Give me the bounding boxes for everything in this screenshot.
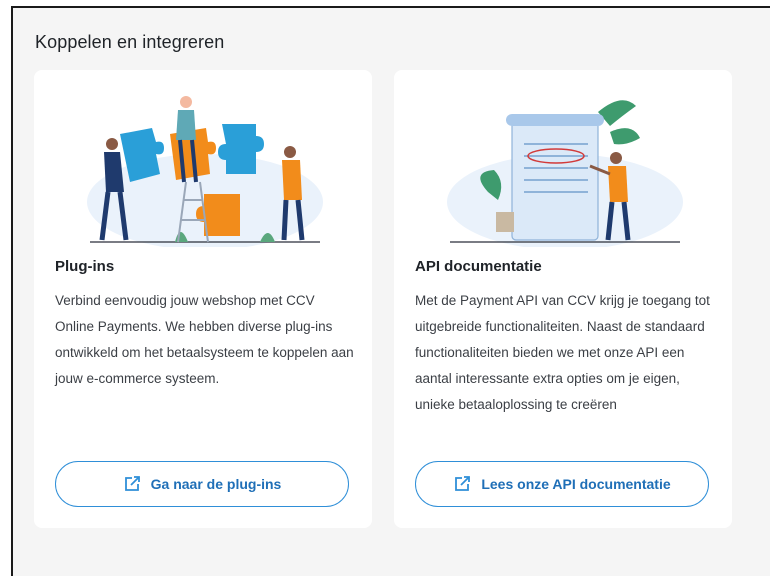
external-link-icon	[124, 476, 140, 491]
go-to-plugins-button[interactable]: Ga naar de plug-ins	[55, 461, 349, 507]
plugins-description: Verbind eenvoudig jouw webshop met CCV O…	[55, 293, 354, 386]
read-api-docs-button[interactable]: Lees onze API documentatie	[415, 461, 709, 507]
plugins-title: Plug-ins	[55, 258, 115, 275]
puzzle-team-illustration	[87, 96, 323, 247]
section-title: Koppelen en integreren	[35, 32, 225, 52]
go-to-plugins-label: Ga naar de plug-ins	[150, 476, 282, 492]
integrations-panel: Koppelen en integreren Plug-ins Verbind …	[11, 6, 770, 576]
external-link-icon	[455, 476, 471, 491]
api-docs-description: Met de Payment API van CCV krijg je toeg…	[415, 293, 710, 412]
api-docs-card: API documentatie Met de Payment API van …	[394, 70, 732, 528]
plugins-card: Plug-ins Verbind eenvoudig jouw webshop …	[34, 70, 372, 528]
read-api-docs-label: Lees onze API documentatie	[481, 476, 671, 492]
api-docs-title: API documentatie	[415, 258, 542, 275]
api-document-illustration	[447, 100, 683, 247]
